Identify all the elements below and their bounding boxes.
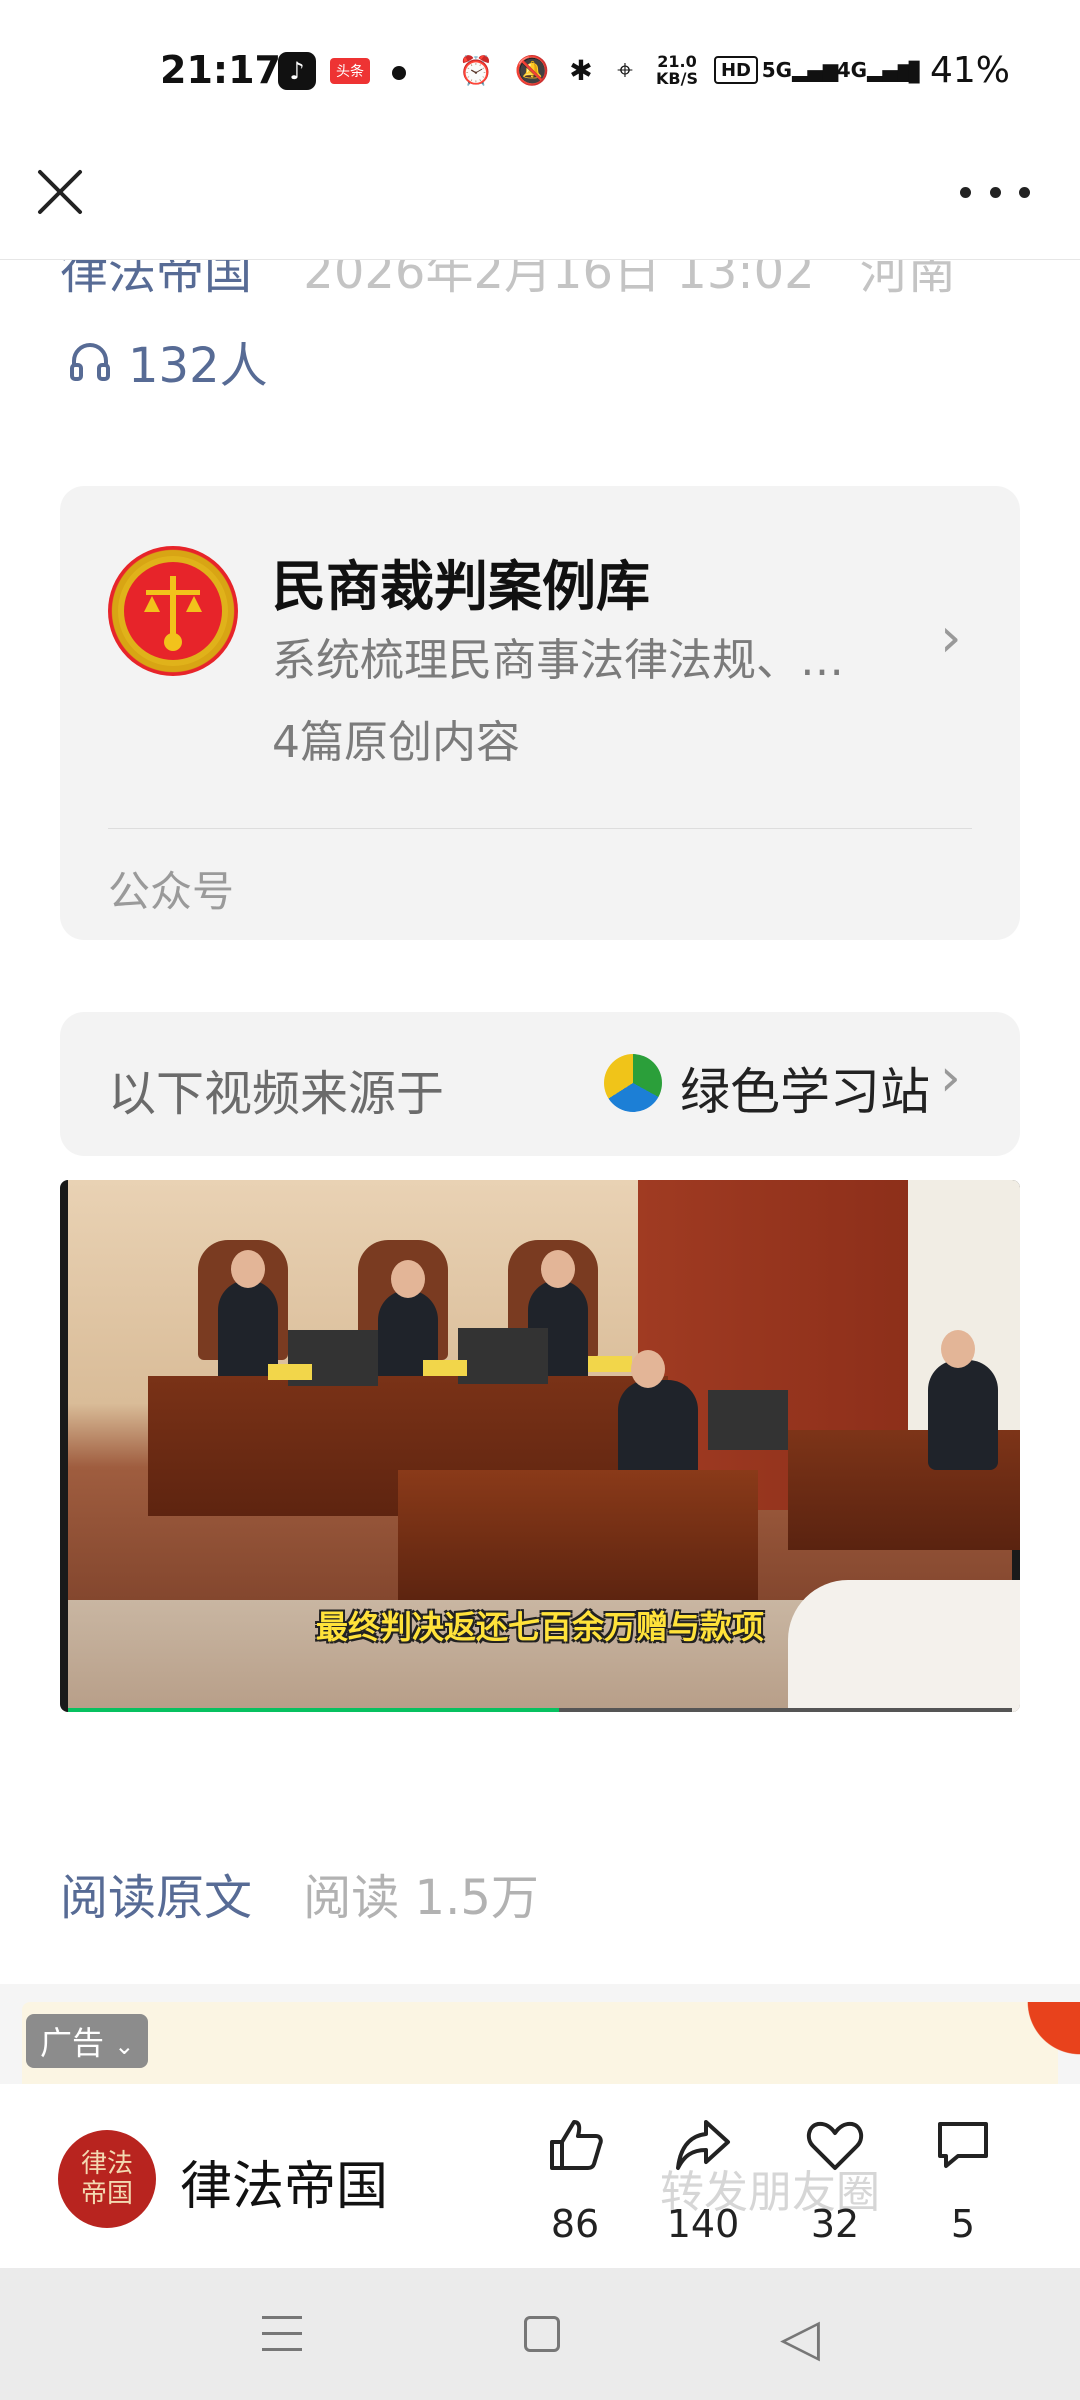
- bottom-action-bar: 律法帝国 律法帝国 转发朋友圈 86 140 32 5: [0, 2086, 1080, 2268]
- status-bar: 21:17 ♪ 头条 ⏰ 🔕 ✱ ⌖ 21.0 KB/S HD 5G ▂▄▆ 4G…: [0, 0, 1080, 140]
- name-plaque: [268, 1364, 312, 1380]
- name-plaque: [588, 1356, 632, 1372]
- monitor: [708, 1390, 788, 1450]
- comment-bubble-icon: [938, 2122, 988, 2168]
- net-speed-value: 21.0: [657, 52, 697, 71]
- system-navigation-bar: ◁: [0, 2268, 1080, 2400]
- more-dot-icon: [989, 186, 1001, 198]
- divider: [108, 828, 972, 829]
- comment-button[interactable]: 5: [918, 2114, 1008, 2254]
- battery-percent: 41%: [930, 50, 1011, 91]
- ad-area[interactable]: 广告 ⌄: [0, 1984, 1080, 2084]
- more-dot-icon: [960, 186, 971, 198]
- notification-dot-icon: [392, 66, 406, 80]
- net-speed-unit: KB/S: [656, 69, 698, 88]
- signal-4g-icon: 4G ▂▄▆: [836, 58, 914, 82]
- read-count: 阅读 1.5万: [303, 1870, 539, 1926]
- like-count: 86: [550, 2202, 600, 2246]
- comment-count: 5: [950, 2202, 976, 2246]
- like-button[interactable]: 86: [530, 2114, 620, 2254]
- read-original-link[interactable]: 阅读原文: [60, 1870, 252, 1926]
- signal-5g-icon: 5G ▂▄▆: [761, 58, 839, 82]
- location-icon: ⌖: [617, 53, 633, 86]
- chevron-right-icon: ›: [940, 1048, 961, 1108]
- headphones-icon: [70, 343, 110, 381]
- read-row: 阅读原文 阅读 1.5万: [60, 1858, 539, 1928]
- recent-apps-button[interactable]: [262, 2316, 302, 2352]
- author-name[interactable]: 律法帝国: [180, 2144, 388, 2219]
- ad-badge[interactable]: 广告 ⌄: [26, 2014, 149, 2068]
- top-nav: [0, 140, 1080, 260]
- alarm-icon: ⏰: [458, 53, 494, 87]
- share-button[interactable]: 140: [658, 2114, 748, 2254]
- heart-icon: [806, 2121, 864, 2170]
- sim1-label: 5G: [761, 58, 793, 82]
- account-article-count: 4篇原创内容: [272, 717, 520, 768]
- party-figure: [928, 1330, 998, 1470]
- tiktok-icon: ♪: [278, 52, 316, 90]
- sim2-label: 4G: [836, 58, 868, 82]
- video-source-label: 以下视频来源于: [108, 1066, 445, 1122]
- mute-icon: 🔕: [514, 53, 550, 87]
- favorite-count: 32: [810, 2202, 860, 2246]
- share-arrow-icon: [676, 2120, 730, 2170]
- close-button[interactable]: [30, 162, 90, 222]
- listen-row[interactable]: 132人: [66, 326, 268, 396]
- video-subtitle: 最终判决返还七百余万赠与款项: [315, 1608, 764, 1646]
- battery-icon: ▮: [905, 52, 923, 88]
- ad-decoration: [1022, 2002, 1080, 2066]
- share-count: 140: [666, 2202, 740, 2246]
- video-source-bar[interactable]: 以下视频来源于 绿色学习站 ›: [60, 1012, 1020, 1156]
- account-type-label: 公众号: [108, 867, 235, 916]
- clerk-desk: [398, 1470, 758, 1600]
- menu-line-icon: [262, 2316, 302, 2319]
- chevron-down-icon: ⌄: [114, 2032, 135, 2060]
- court-emblem-icon: [108, 546, 238, 676]
- video-progress-bar[interactable]: [68, 1708, 1012, 1712]
- author-avatar-text: 律法帝国: [80, 2149, 133, 2209]
- hd-icon: HD: [714, 56, 758, 84]
- net-speed-indicator: 21.0 KB/S: [652, 50, 702, 90]
- chevron-right-icon: ›: [940, 606, 962, 669]
- more-dot-icon: [1019, 186, 1030, 198]
- video-progress-fill: [68, 1708, 559, 1712]
- account-name: 民商裁判案例库: [272, 555, 650, 618]
- favorite-button[interactable]: 32: [790, 2114, 880, 2254]
- menu-line-icon: [262, 2332, 302, 2335]
- status-time: 21:17: [160, 48, 281, 92]
- close-icon: [38, 170, 82, 214]
- video-source-name: 绿色学习站: [680, 1063, 930, 1121]
- thumbs-up-icon: [550, 2120, 603, 2170]
- listeners-count: 132人: [128, 338, 268, 394]
- back-button[interactable]: ◁: [780, 2308, 820, 2368]
- more-options-button[interactable]: [960, 162, 1030, 222]
- account-description: 系统梳理民商事法律法规、…: [272, 635, 844, 686]
- ad-badge-label: 广告: [40, 2024, 105, 2062]
- video-player[interactable]: 最终判决返还七百余万赠与款项: [60, 1180, 1020, 1712]
- ad-banner[interactable]: [22, 2002, 1080, 2084]
- menu-line-icon: [262, 2348, 302, 2351]
- bluetooth-icon: ✱: [569, 53, 593, 87]
- home-button[interactable]: [524, 2316, 560, 2352]
- author-avatar[interactable]: 律法帝国: [58, 2130, 156, 2228]
- name-plaque: [423, 1360, 467, 1376]
- source-channel-logo-icon: [604, 1054, 662, 1112]
- official-account-card[interactable]: 民商裁判案例库 系统梳理民商事法律法规、… 4篇原创内容 › 公众号: [60, 486, 1020, 940]
- toutiao-icon: 头条: [330, 58, 370, 84]
- monitor: [458, 1328, 548, 1384]
